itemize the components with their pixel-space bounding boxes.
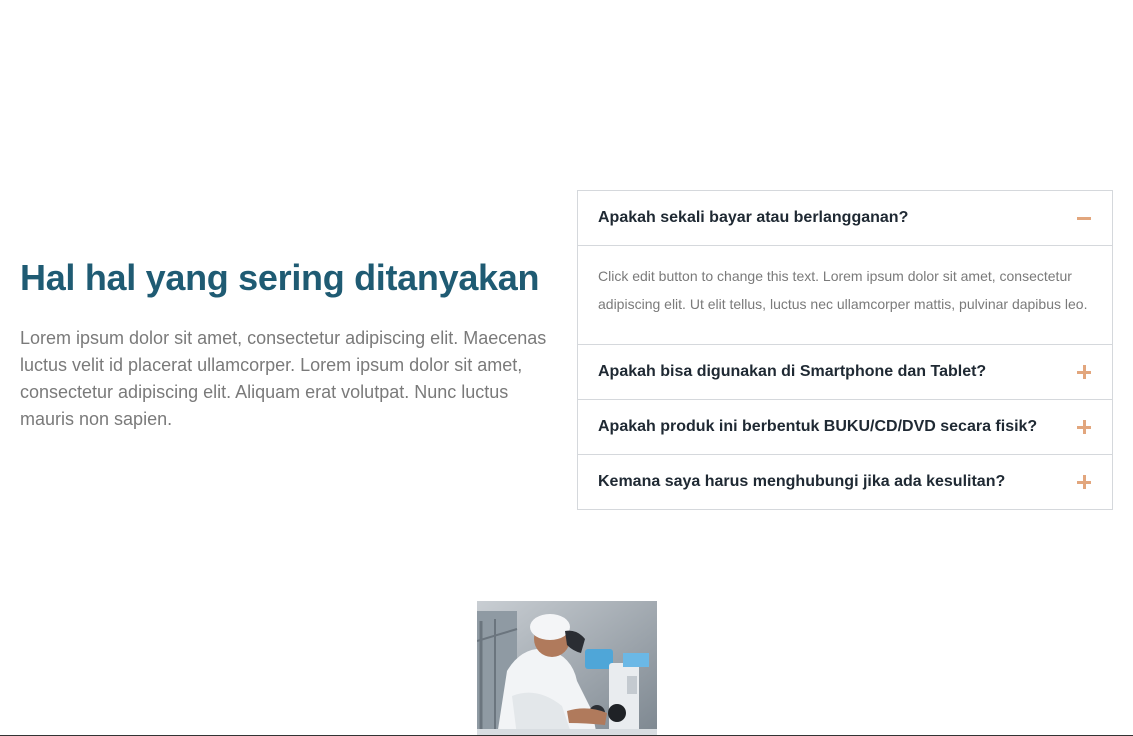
accordion-item: Apakah bisa digunakan di Smartphone dan … — [578, 344, 1112, 399]
plus-icon[interactable] — [1077, 475, 1091, 489]
accordion-answer: Click edit button to change this text. L… — [578, 245, 1112, 344]
plus-icon[interactable] — [1077, 420, 1091, 434]
accordion-item: Kemana saya harus menghubungi jika ada k… — [578, 454, 1112, 509]
accordion-question: Apakah sekali bayar atau berlangganan? — [598, 209, 909, 226]
plus-icon[interactable] — [1077, 365, 1091, 379]
accordion-toggle-4[interactable]: Kemana saya harus menghubungi jika ada k… — [578, 455, 1112, 509]
faq-description: Lorem ipsum dolor sit amet, consectetur … — [20, 328, 547, 429]
accordion-question: Apakah bisa digunakan di Smartphone dan … — [598, 363, 987, 380]
minus-icon[interactable] — [1077, 211, 1091, 225]
accordion-question: Kemana saya harus menghubungi jika ada k… — [598, 473, 1006, 490]
accordion-item: Apakah sekali bayar atau berlangganan? C… — [578, 191, 1112, 344]
scientist-microscope-photo — [477, 601, 657, 736]
accordion-toggle-3[interactable]: Apakah produk ini berbentuk BUKU/CD/DVD … — [578, 400, 1112, 454]
accordion-question: Apakah produk ini berbentuk BUKU/CD/DVD … — [598, 418, 1038, 435]
faq-heading: Hal hal yang sering ditanyakan — [20, 257, 540, 298]
faq-intro-section: Hal hal yang sering ditanyakan Lorem ips… — [20, 255, 560, 433]
faq-accordion: Apakah sekali bayar atau berlangganan? C… — [577, 190, 1113, 510]
accordion-item: Apakah produk ini berbentuk BUKU/CD/DVD … — [578, 399, 1112, 454]
accordion-toggle-2[interactable]: Apakah bisa digunakan di Smartphone dan … — [578, 345, 1112, 399]
accordion-toggle-1[interactable]: Apakah sekali bayar atau berlangganan? — [578, 191, 1112, 245]
